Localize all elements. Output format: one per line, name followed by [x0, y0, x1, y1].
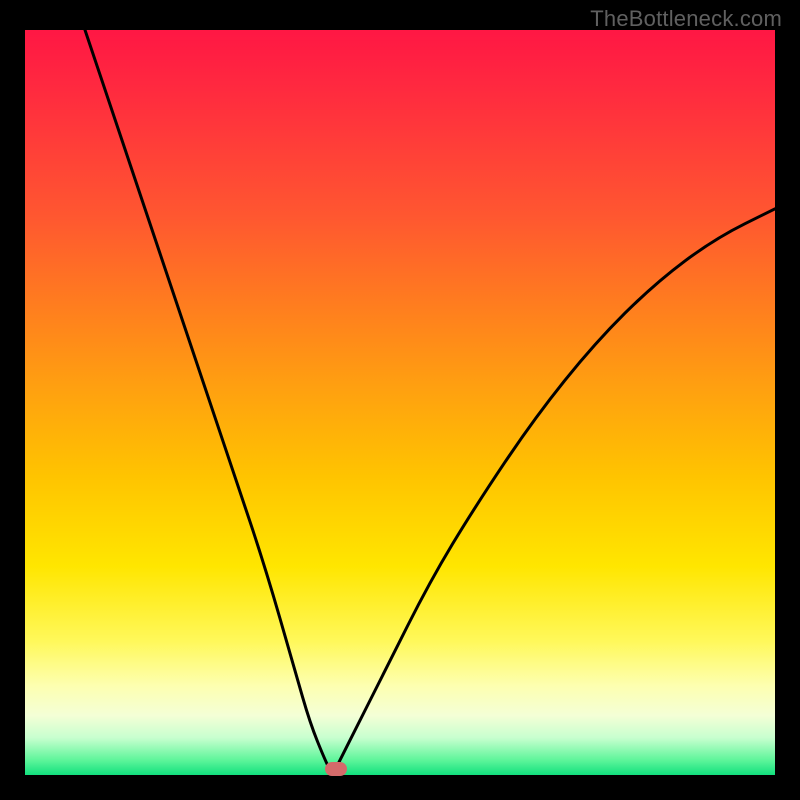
bottleneck-curve [25, 30, 775, 775]
plot-area [25, 30, 775, 775]
chart-frame: TheBottleneck.com [0, 0, 800, 800]
optimal-point-marker [325, 762, 347, 776]
curve-path [85, 30, 775, 771]
watermark-text: TheBottleneck.com [590, 6, 782, 32]
